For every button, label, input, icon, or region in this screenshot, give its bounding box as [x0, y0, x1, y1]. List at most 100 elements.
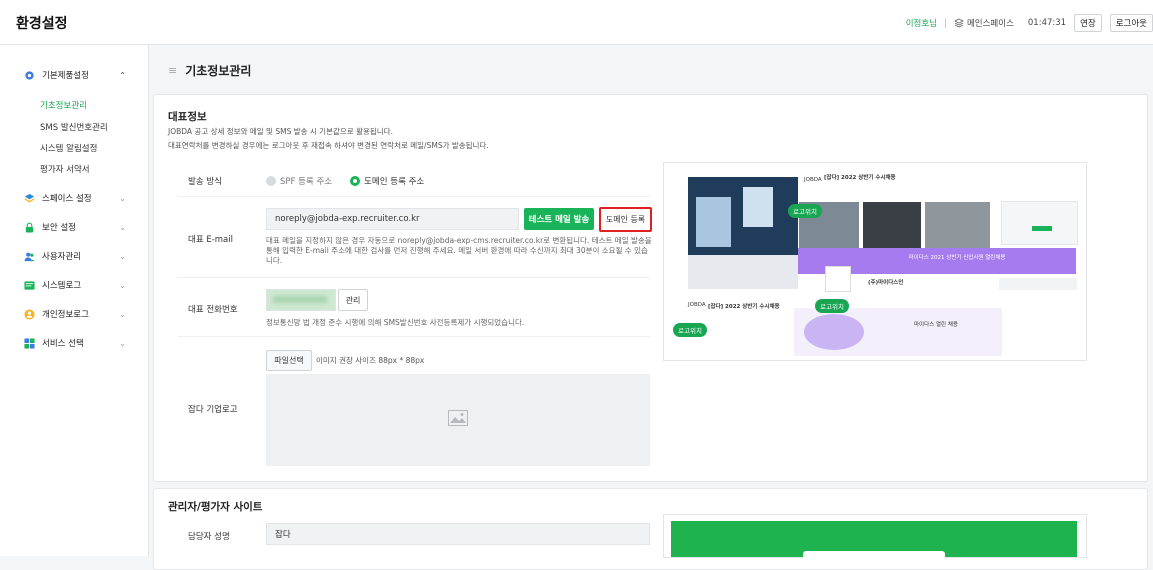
users-icon: [24, 252, 35, 261]
sidebar-item-system-log[interactable]: 시스템로그 ⌄: [24, 279, 134, 291]
sidebar-item-label: 서비스 선택: [42, 339, 84, 349]
session-timer: 01:47:31: [1027, 18, 1067, 28]
sidebar-item-label: 시스템로그: [42, 281, 82, 291]
space-icon: [24, 193, 35, 203]
radio-label: SPF 등록 주소: [280, 177, 333, 187]
logo-position-tag: 로고위치: [815, 299, 849, 313]
preview-card-graphic: [804, 314, 864, 350]
menu-lines-icon: ≡: [168, 64, 178, 77]
app-title: 환경설정: [16, 16, 68, 32]
logo-size-hint: 이미지 권장 사이즈 88px * 88px: [316, 356, 425, 365]
manager-name-label: 담당자 성명: [188, 532, 230, 542]
admin-preview: [663, 514, 1087, 561]
extend-button[interactable]: 연장: [1074, 14, 1102, 32]
phone-manage-button[interactable]: 관리: [338, 289, 368, 311]
company-logo: [825, 266, 851, 292]
email-help: 니다.: [266, 256, 283, 265]
preview-jobda: JOBDA: [688, 302, 706, 308]
photo-screen: [743, 187, 773, 227]
logout-button[interactable]: 로그아웃: [1109, 14, 1153, 32]
section-description: 대표연락처를 변경하실 경우에는 로그아웃 후 재접속 하셔야 변경된 연락처로…: [168, 141, 489, 150]
section-title: 관리자/평가자 사이트: [168, 501, 263, 513]
chevron-down-icon[interactable]: ⌄: [119, 281, 126, 290]
sidebar-sub-system-alert[interactable]: 시스템 알림설정: [40, 142, 97, 154]
divider: [944, 18, 946, 28]
phone-label: 대표 전화번호: [188, 305, 238, 315]
log-icon: [24, 280, 35, 290]
chevron-down-icon[interactable]: ⌄: [119, 339, 126, 348]
preview-card-title: 마이다스 열린 채용: [914, 322, 958, 328]
grid-icon: [24, 337, 35, 349]
domain-register-button[interactable]: 도메인 등록: [599, 207, 652, 232]
logo-position-tag: 로고위치: [788, 204, 822, 218]
privacy-icon: [24, 308, 35, 320]
user-name[interactable]: 이정호님: [906, 17, 937, 29]
email-field[interactable]: noreply@jobda-exp.recruiter.co.kr: [266, 208, 519, 230]
phone-field-masked: [266, 289, 336, 311]
send-method-radios: SPF 등록 주소 도메인 등록 주소: [266, 175, 424, 187]
radio-label: 도메인 등록 주소: [364, 177, 425, 187]
send-method-label: 발송 방식: [188, 177, 222, 187]
sidebar-item-service-select[interactable]: 서비스 선택 ⌄: [24, 337, 134, 349]
workspace-selector[interactable]: 메인스페이스: [954, 17, 1014, 29]
preview-title: [잡다] 2022 상반기 수시채용: [708, 304, 780, 310]
manager-name-field[interactable]: 잡다: [266, 523, 650, 545]
sidebar-sub-evaluator-pledge[interactable]: 평가자 서약서: [40, 163, 90, 175]
sidebar-sub-basic-info[interactable]: 기초정보관리: [40, 99, 87, 111]
sidebar-item-privacy-log[interactable]: 개인정보로그 ⌄: [24, 308, 134, 320]
sidebar-item-label: 보안 설정: [42, 223, 76, 233]
sidebar-item-label: 기본제품설정: [42, 71, 89, 81]
sidebar-item-security[interactable]: 보안 설정 ⌄: [24, 221, 134, 233]
gear-icon: [25, 70, 34, 80]
preview-title: [잡다] 2022 상반기 수시채용: [824, 175, 896, 181]
chevron-down-icon[interactable]: ⌄: [119, 310, 126, 319]
top-bar: 환경설정 이정호님 메인스페이스 01:47:31 연장 로그아웃: [0, 0, 1153, 45]
divider: [178, 336, 650, 337]
email-label: 대표 E-mail: [188, 235, 233, 245]
image-placeholder-icon: [448, 410, 468, 426]
preview-row: [999, 278, 1077, 290]
test-mail-button[interactable]: 테스트 메일 발송: [524, 208, 594, 230]
banner-text: 마이다스 2021 상반기 신입사원 열린채용: [908, 255, 1006, 261]
chevron-down-icon[interactable]: ⌄: [119, 252, 126, 261]
admin-preview-banner: [671, 521, 1077, 561]
sidebar-item-label: 스페이스 설정: [42, 194, 92, 204]
section-description: JOBDA 공고 상세 정보와 메일 및 SMS 발송 시 기본값으로 활용됩니…: [168, 127, 393, 136]
radio-checked-icon: [350, 176, 361, 186]
logo-label: 잡다 기업로고: [188, 405, 238, 415]
sidebar-item-users[interactable]: 사용자관리 ⌄: [24, 250, 134, 262]
page-title: ≡ 기초정보관리: [168, 62, 251, 79]
chevron-up-icon[interactable]: ⌃: [119, 71, 126, 80]
sidebar-sub-sms-number[interactable]: SMS 발신번호관리: [40, 121, 108, 133]
preview-card: 마이다스 열린 채용: [794, 308, 1002, 356]
preview-company: (주)마이다스인: [868, 280, 904, 286]
phone-help: 정보통신망 법 개정 준수 시행에 의해 SMS발신번호 사전등록제가 시행되었…: [266, 318, 525, 327]
chevron-down-icon[interactable]: ⌄: [119, 194, 126, 203]
divider: [178, 277, 650, 278]
radio-unchecked-icon: [266, 176, 276, 186]
photo-screen: [696, 197, 731, 247]
logo-position-preview: JOBDA [잡다] 2022 상반기 수시채용 마이다스 2021 상반기 신…: [663, 162, 1087, 361]
preview-sidebox-button: [1032, 226, 1052, 231]
radio-spf[interactable]: SPF 등록 주소: [266, 175, 332, 187]
sidebar-item-space[interactable]: 스페이스 설정 ⌄: [24, 192, 134, 204]
header-actions: 이정호님 메인스페이스 01:47:31 연장 로그아웃: [906, 14, 1153, 32]
blurred-value: [273, 296, 327, 303]
sidebar-item-basic-settings[interactable]: 기본제품설정 ⌃: [24, 69, 134, 81]
email-help: 대표 메일을 지정하지 않은 경우 자동으로 noreply@jobda-exp…: [266, 236, 652, 245]
preview-sidebox: [1001, 201, 1078, 245]
preview-jobda: JOBDA: [804, 177, 822, 183]
divider: [178, 196, 650, 197]
radio-domain[interactable]: 도메인 등록 주소: [350, 175, 424, 187]
file-select-button[interactable]: 파일선택: [266, 350, 312, 371]
logo-position-tag: 로고위치: [673, 323, 707, 337]
section-title: 대표정보: [168, 111, 207, 123]
logo-upload-area[interactable]: [266, 374, 650, 466]
lock-icon: [25, 222, 34, 233]
email-help: 통해 입력한 E-mail 주소에 대한 검사를 먼저 진행해 주세요. 메일 …: [266, 246, 648, 255]
admin-preview-box: [803, 551, 945, 561]
sidebar-item-label: 사용자관리: [42, 252, 82, 262]
photo-desk: [688, 255, 798, 289]
chevron-down-icon[interactable]: ⌄: [119, 223, 126, 232]
workspace-name: 메인스페이스: [966, 19, 1014, 29]
